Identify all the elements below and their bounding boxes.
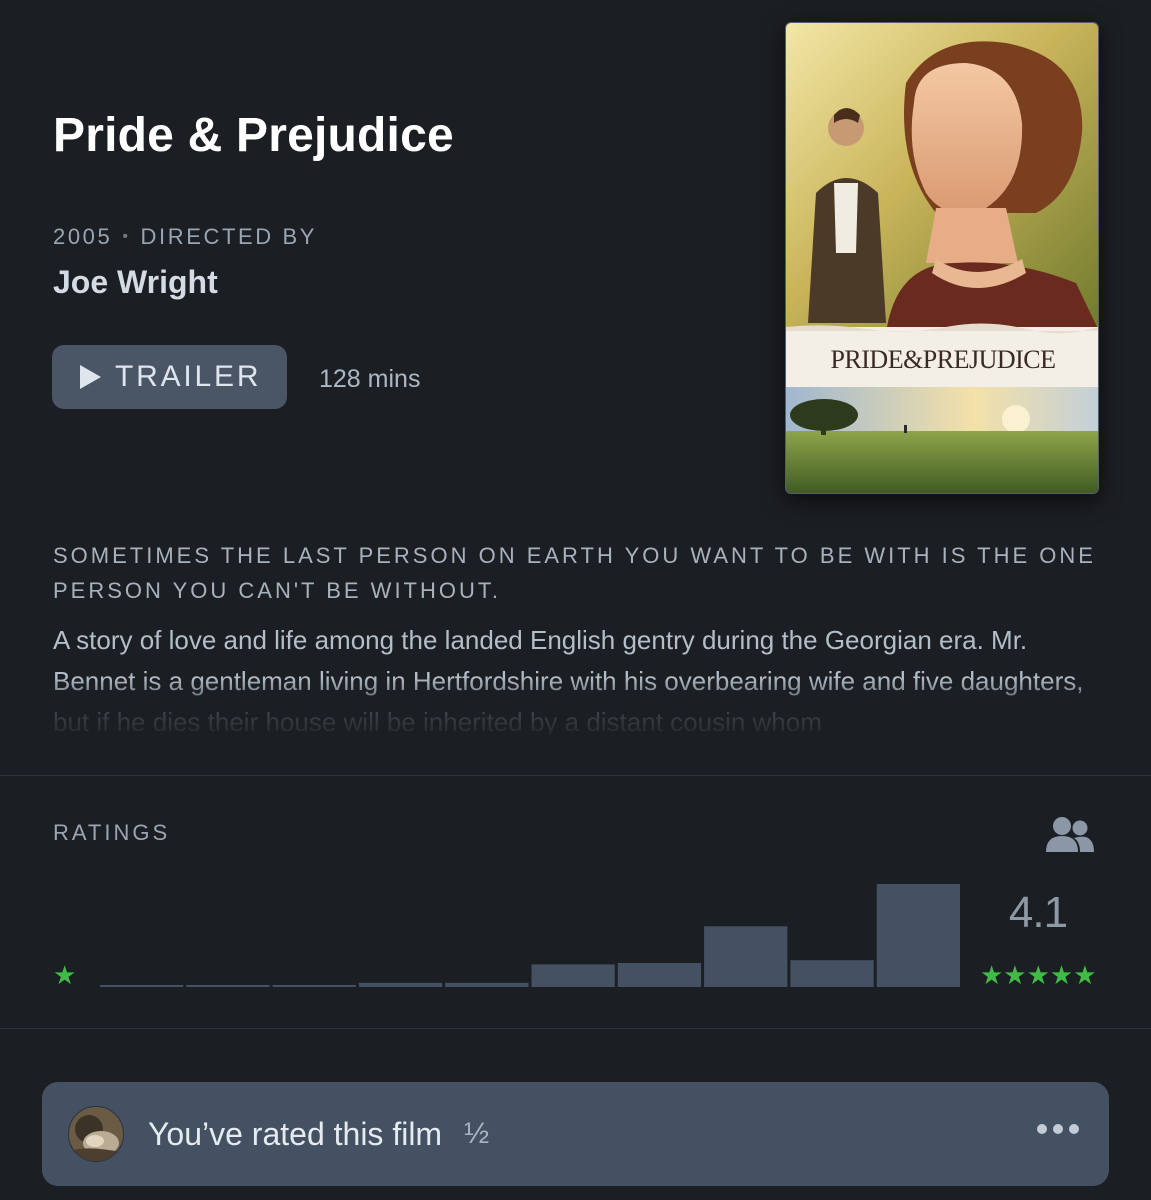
poster-artwork: PRIDE&PREJUDICE [786,23,1098,493]
more-dot [1037,1124,1047,1134]
section-divider [0,775,1151,776]
max-rating-stars-icon: ★★★★★ [980,960,1097,990]
avatar[interactable] [68,1106,124,1162]
user-rating-bar[interactable]: You’ve rated this film ½ [42,1082,1109,1186]
min-rating-star-icon: ★ [53,960,77,990]
film-tagline: SOMETIMES THE LAST PERSON ON EARTH YOU W… [53,543,1096,603]
histogram-bar-4[interactable] [704,926,788,987]
poster-title: PRIDE&PREJUDICE [830,345,1055,374]
film-poster[interactable]: PRIDE&PREJUDICE [785,22,1099,494]
histogram-bar-5[interactable] [876,884,960,987]
director-name[interactable]: Joe Wright [53,264,218,301]
histogram-bar-1[interactable] [186,985,270,987]
trailer-button[interactable]: TRAILER [52,345,287,409]
film-synopsis[interactable]: A story of love and life among the lande… [53,620,1113,734]
histogram-bar-4½[interactable] [790,960,874,987]
more-dot [1053,1124,1063,1134]
more-dot [1069,1124,1079,1134]
film-title: Pride & Prejudice [53,109,454,162]
user-rating-value: ½ [464,1117,490,1150]
histogram-bar-2½[interactable] [445,982,529,987]
histogram-bar-½[interactable] [100,985,184,987]
average-rating[interactable]: 4.1 [988,888,1088,938]
more-icon[interactable] [1031,1118,1085,1140]
film-meta: 2005 • DIRECTED BY [53,224,317,250]
ratings-histogram[interactable] [100,870,960,990]
people-icon[interactable] [1044,814,1096,859]
directed-by-label: DIRECTED BY [140,224,318,249]
section-divider [0,1028,1151,1029]
film-detail-page: Pride & Prejudice 2005 • DIRECTED BY Joe… [0,0,1151,1200]
histogram-bar-3½[interactable] [617,963,702,987]
ratings-heading: RATINGS [53,820,171,845]
runtime: 128 mins [319,365,421,393]
release-year[interactable]: 2005 [53,224,112,250]
user-rating-text: You’ve rated this film [148,1115,443,1152]
histogram-bar-3[interactable] [531,964,615,987]
histogram-bar-1½[interactable] [272,985,356,987]
trailer-label: TRAILER [115,360,262,393]
play-icon [80,365,101,389]
histogram-bar-2[interactable] [358,982,443,987]
meta-separator-dot: • [122,228,131,245]
